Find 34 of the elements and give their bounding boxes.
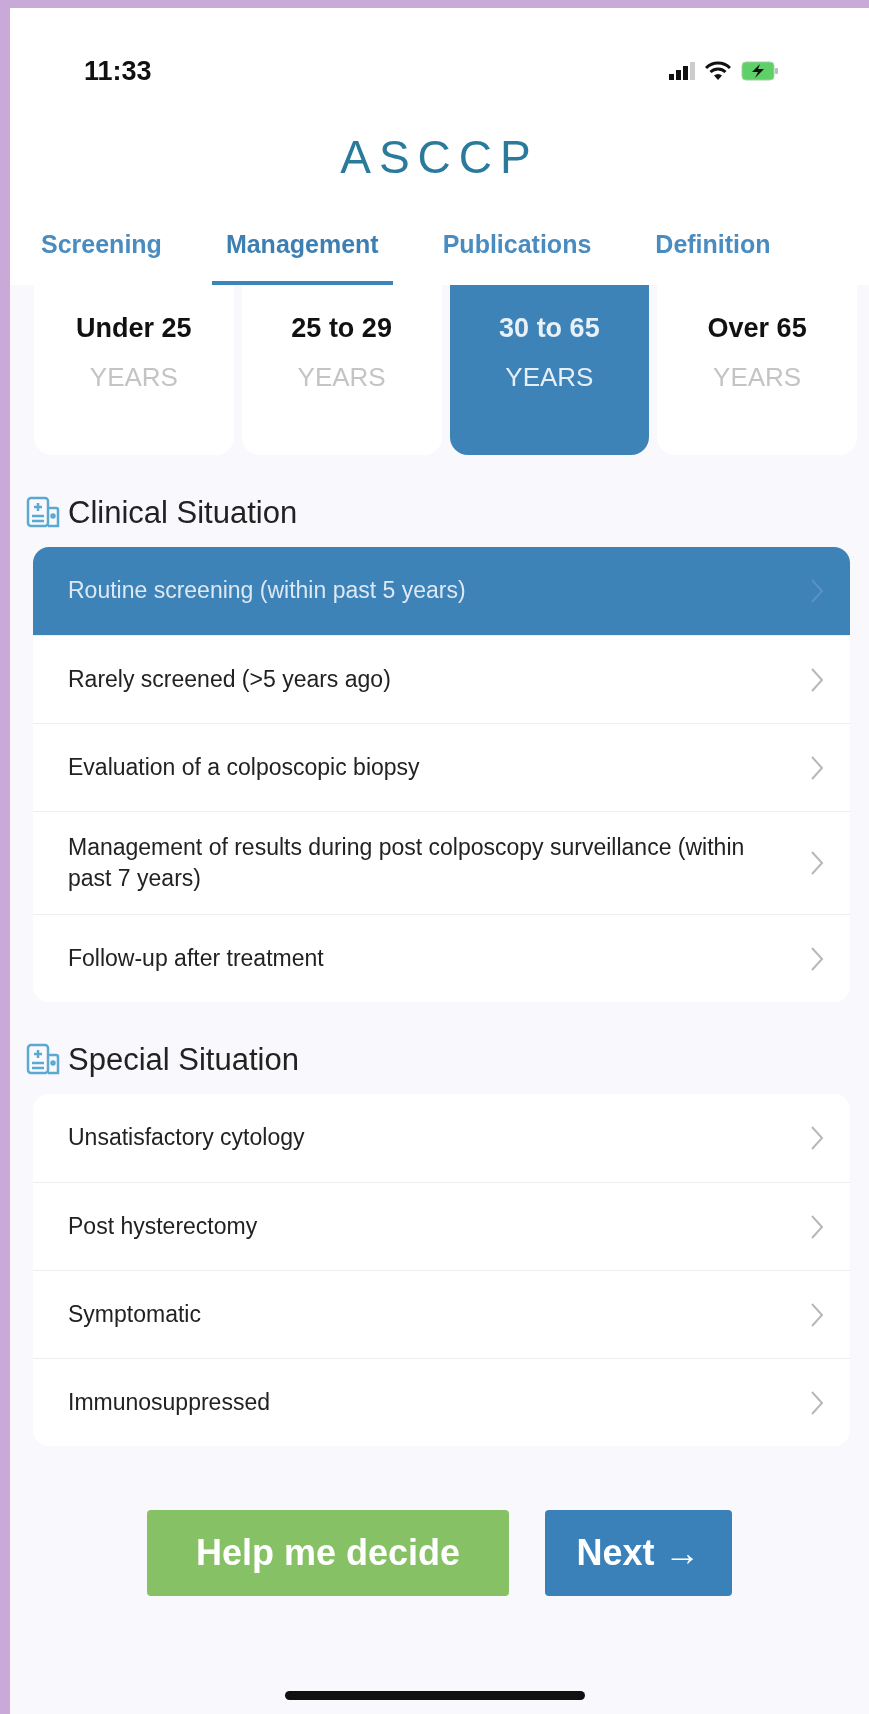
tab[interactable]: Screening — [27, 218, 176, 285]
list-item[interactable]: Immunosuppressed — [33, 1358, 850, 1446]
chevron-icon — [810, 754, 824, 781]
hospital-icon — [26, 1043, 60, 1077]
chevron-icon — [810, 1125, 824, 1151]
chevron-icon — [810, 578, 824, 604]
list-item[interactable]: Symptomatic — [33, 1270, 850, 1358]
age-tab[interactable]: Over 65 YEARS — [657, 285, 857, 455]
clock-time: 11:33 — [84, 55, 152, 87]
chevron-icon — [810, 666, 824, 693]
chevron-icon — [810, 1389, 824, 1416]
chevron-icon — [810, 1301, 824, 1328]
section-title: Clinical Situation — [68, 495, 298, 531]
section-title: Special Situation — [68, 1042, 299, 1078]
home-indicator[interactable] — [284, 1691, 585, 1700]
chevron-icon — [810, 1213, 824, 1240]
signal-icon — [669, 62, 695, 80]
age-tab[interactable]: 25 to 29 YEARS — [241, 285, 442, 455]
list-item[interactable]: Rarely screened (>5 years ago) — [33, 635, 850, 723]
tab[interactable]: Publications — [428, 218, 606, 285]
list-item[interactable]: Post hysterectomy — [33, 1182, 850, 1270]
next-button[interactable]: Next → — [545, 1510, 732, 1596]
chevron-icon — [810, 850, 824, 876]
logo: ASCCP — [340, 130, 539, 184]
list-item[interactable]: Unsatisfactory cytology — [33, 1094, 850, 1182]
list-item[interactable]: Follow-up after treatment — [33, 914, 850, 1002]
list-item[interactable]: Management of results during post colposcopy surveillance (within past 7 years) — [33, 811, 850, 914]
wifi-icon — [705, 61, 731, 81]
hospital-icon — [26, 496, 60, 530]
age-tab[interactable]: 30 to 65 YEARS — [449, 285, 650, 455]
chevron-icon — [810, 945, 824, 972]
age-tab[interactable]: Under 25 YEARS — [34, 285, 234, 455]
tab[interactable]: Definition — [641, 218, 771, 285]
list-item[interactable]: Evaluation of a colposcopic biopsy — [33, 723, 850, 811]
